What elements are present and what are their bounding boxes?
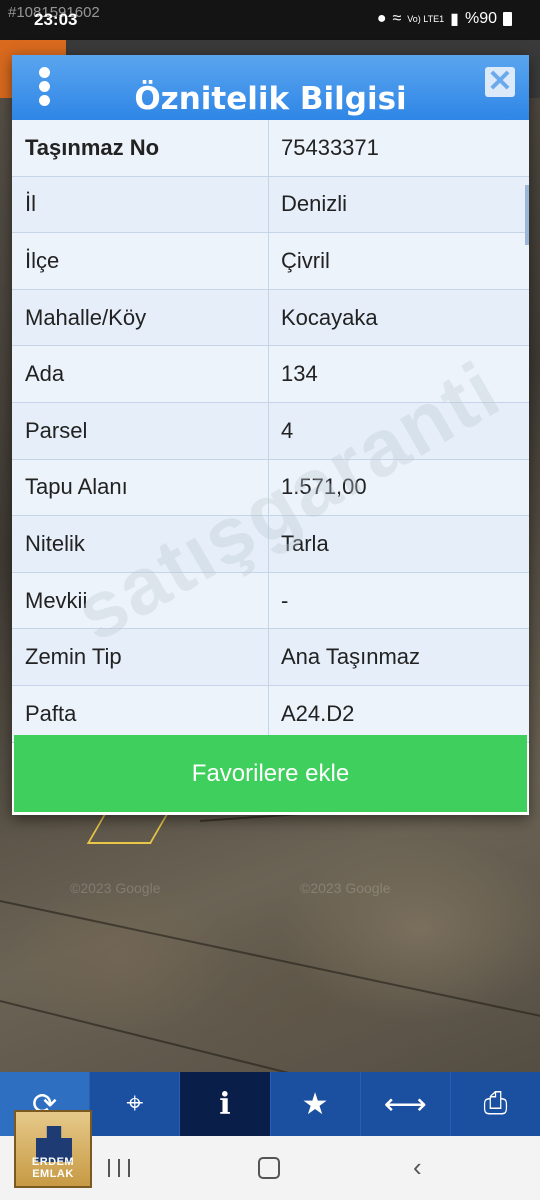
home-button[interactable]: [258, 1157, 280, 1179]
row-key: Pafta: [12, 685, 269, 742]
row-key: Tapu Alanı: [12, 459, 269, 516]
back-button[interactable]: ‹: [413, 1152, 422, 1183]
print-icon[interactable]: ⎙: [451, 1072, 540, 1136]
row-key: Nitelik: [12, 516, 269, 572]
status-icons: ● ≈ Vo) LTE1 ▮ %90: [377, 9, 512, 29]
row-key: Mahalle/Köy: [12, 289, 269, 346]
row-value: Tarla: [281, 530, 329, 556]
wifi-icon: ≈: [392, 10, 402, 27]
table-row: Zemin Tip Ana Taşınmaz: [12, 629, 529, 686]
battery-icon: [503, 12, 512, 26]
network-label: Vo) LTE1: [407, 14, 445, 24]
row-value: Denizli: [281, 191, 348, 217]
row-key: Mevkii: [12, 572, 269, 629]
row-value: 4: [281, 417, 294, 443]
map-watermark: ©2023 Google: [300, 880, 391, 896]
info-icon[interactable]: i: [180, 1072, 271, 1136]
row-key: Zemin Tip: [12, 629, 269, 685]
table-row: Tapu Alanı 1.571,00: [12, 459, 529, 517]
recents-button[interactable]: [108, 1159, 130, 1177]
table-row: Parsel 4: [12, 402, 529, 460]
star-icon[interactable]: ★: [271, 1072, 361, 1136]
attribute-table: Taşınmaz No 75433371 İl Denizli İlçe Çivril…: [12, 120, 529, 743]
table-row: Nitelik Tarla: [12, 516, 529, 573]
row-key: İlçe: [12, 233, 269, 289]
add-favorites-button[interactable]: Favorilere ekle: [14, 735, 527, 812]
table-row: Mahalle/Köy Kocayaka: [12, 289, 529, 347]
row-key: İl: [12, 176, 269, 233]
row-key: Parsel: [12, 402, 269, 459]
dialog-header: Öznitelik Bilgisi ✕: [12, 55, 529, 120]
erdem-emlak-logo: ERDEM EMLAK: [14, 1110, 92, 1188]
row-value: A24.D2: [281, 700, 355, 726]
status-bar: #1081591602 23:03 ● ≈ Vo) LTE1 ▮ %90: [0, 0, 540, 40]
row-value: 75433371: [281, 134, 379, 160]
dialog-scrollbar[interactable]: [525, 185, 529, 245]
row-value: Ana Taşınmaz: [281, 644, 421, 670]
row-value: -: [281, 587, 289, 613]
attribute-dialog: Öznitelik Bilgisi ✕ Taşınmaz No 75433371 …: [12, 55, 529, 815]
battery-label: %90: [464, 10, 497, 27]
map-watermark: ©2023 Google: [70, 880, 161, 896]
location-icon: ●: [376, 10, 387, 27]
table-row: İlçe Çivril: [12, 233, 529, 290]
row-value: Kocayaka: [281, 304, 378, 330]
logo-text: ERDEM EMLAK: [31, 1156, 75, 1180]
table-row: Mevkii -: [12, 572, 529, 630]
locate-icon[interactable]: ⌖: [90, 1072, 181, 1136]
row-value: Çivril: [281, 247, 330, 273]
row-value: 1.571,00: [281, 474, 367, 500]
row-key: Ada: [12, 346, 269, 402]
signal-icon: ▮: [450, 11, 459, 28]
close-icon[interactable]: ✕: [485, 67, 515, 97]
dialog-title: Öznitelik Bilgisi: [134, 81, 407, 117]
status-time: 23:03: [34, 10, 78, 29]
row-value: 134: [281, 361, 318, 387]
measure-icon[interactable]: ⟷: [361, 1072, 451, 1136]
table-row: Taşınmaz No 75433371: [12, 120, 529, 177]
table-row: İl Denizli: [12, 176, 529, 234]
table-row: Ada 134: [12, 346, 529, 403]
row-key: Taşınmaz No: [12, 120, 269, 176]
